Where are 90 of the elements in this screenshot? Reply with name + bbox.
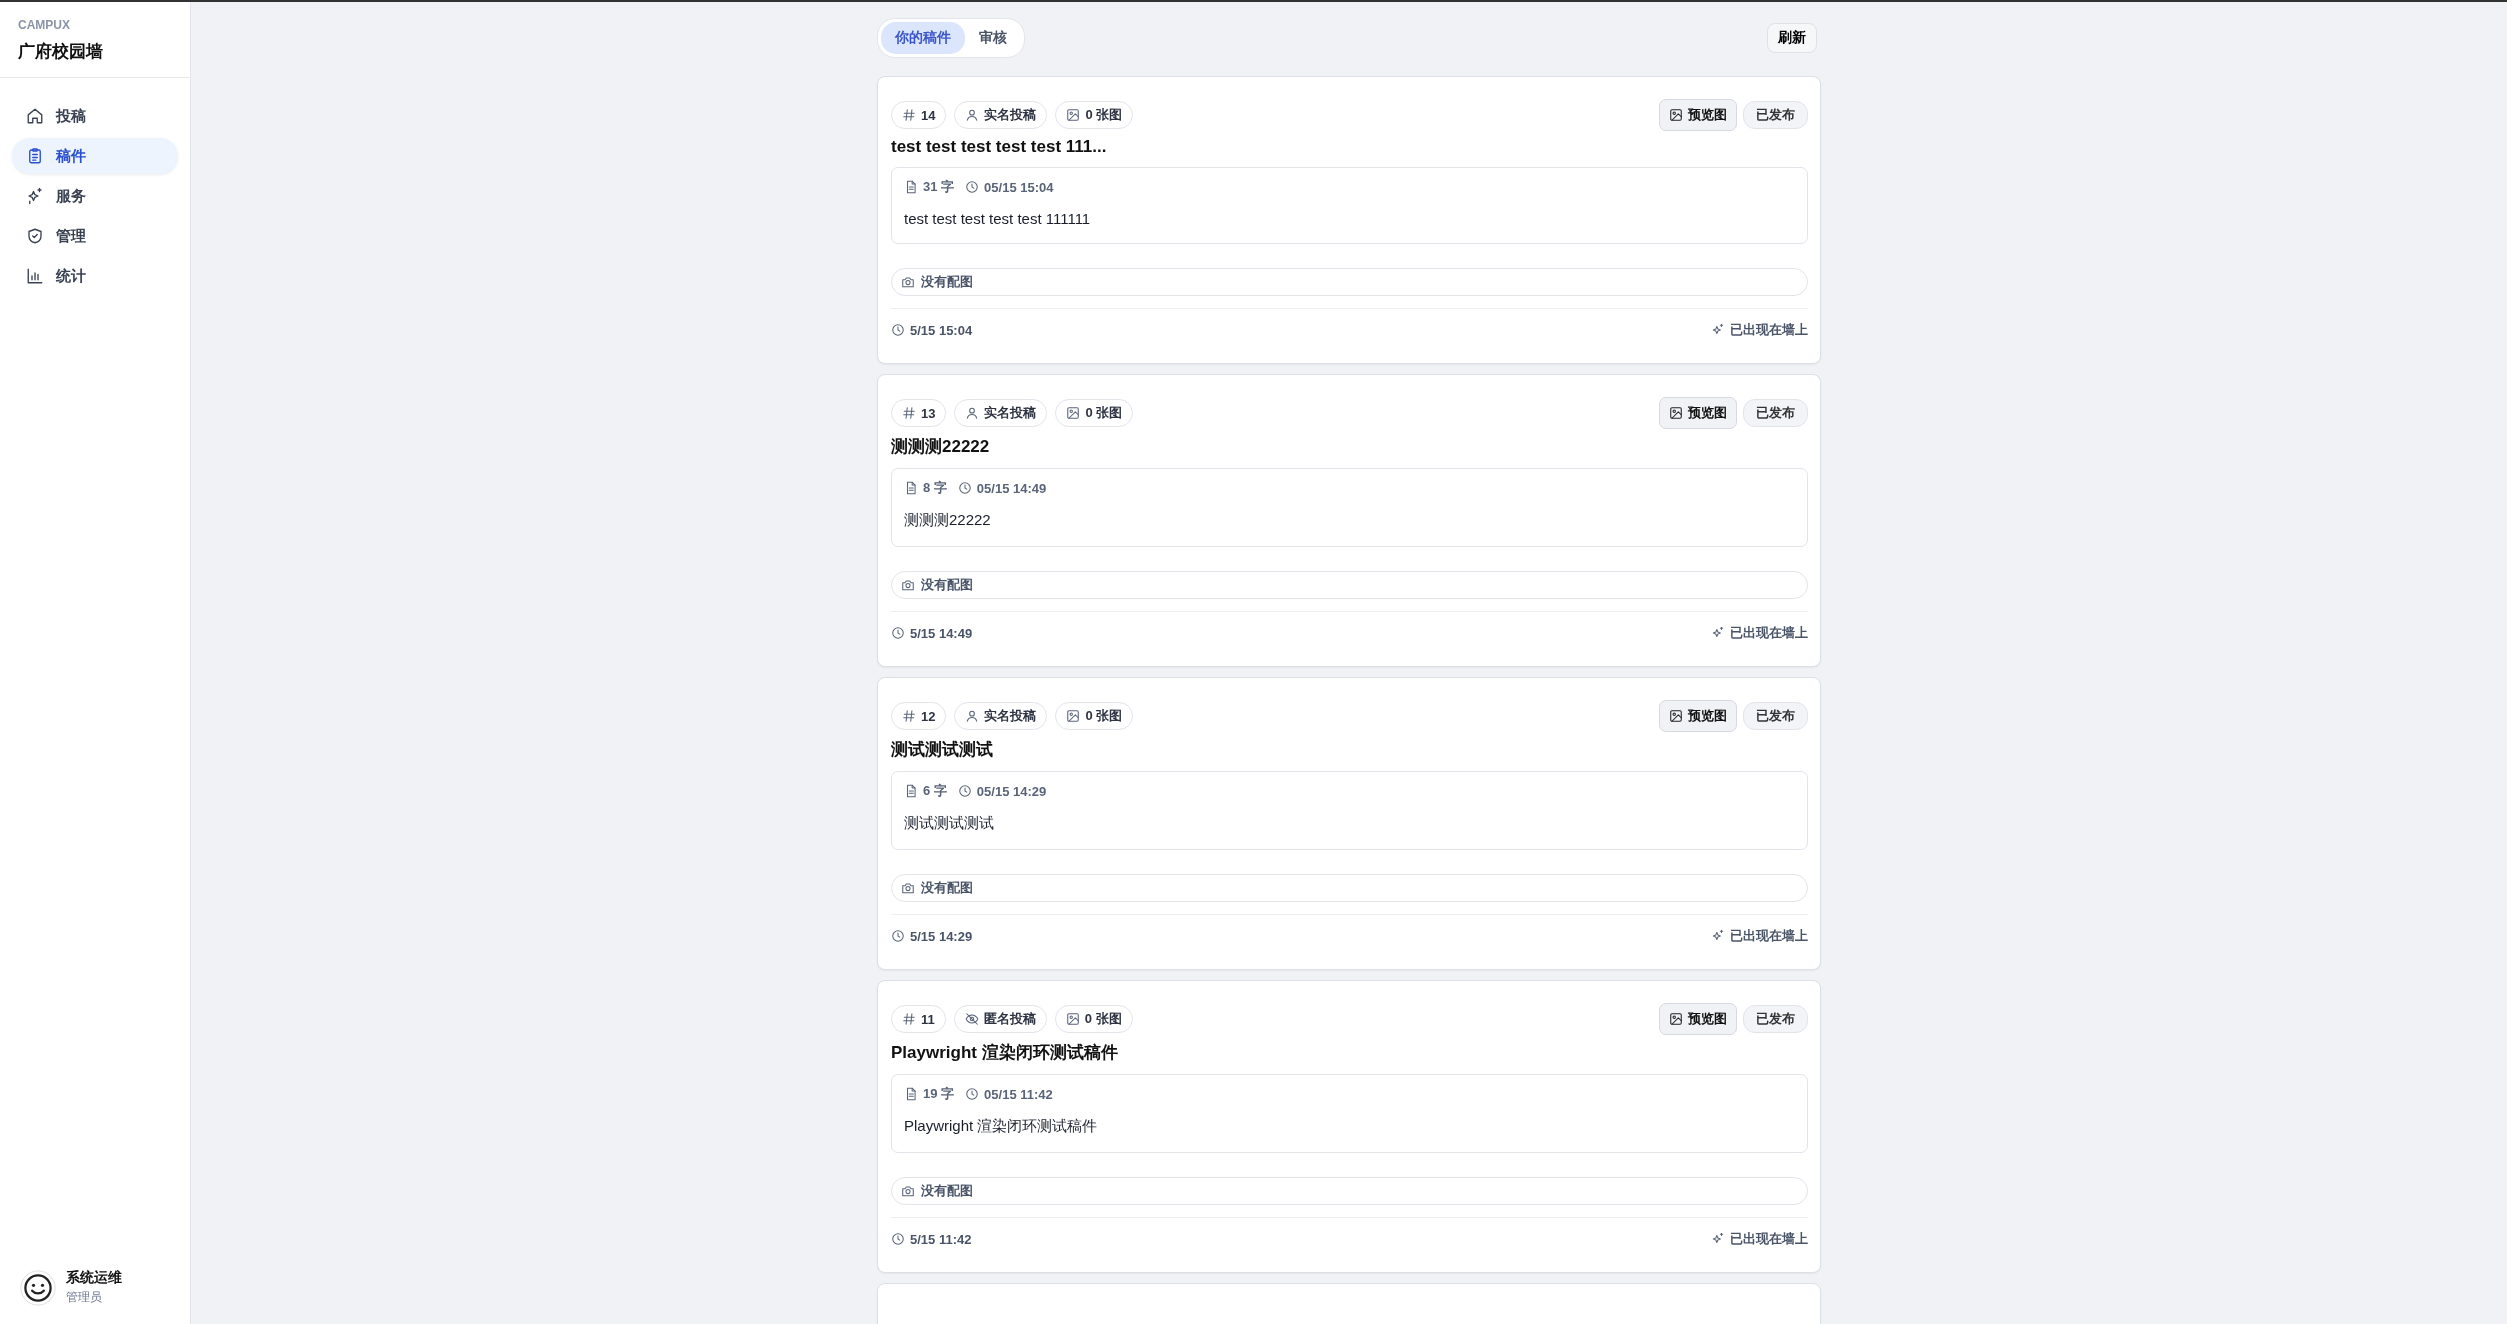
camera-icon [901, 578, 915, 592]
word-count: 6 字 [923, 782, 947, 800]
footer-time: 5/15 15:04 [910, 322, 973, 338]
post-title: Playwright 渲染闭环测试稿件 [891, 1042, 1119, 1064]
clock-icon [957, 784, 972, 798]
clipboard-icon [26, 147, 44, 165]
no-image-label: 没有配图 [921, 576, 973, 594]
post-title: test test test test test 111... [891, 137, 1108, 157]
wall-status: 已出现在墙上 [1730, 624, 1808, 642]
hash-icon [902, 709, 916, 723]
status-badge: 已发布 [1743, 101, 1808, 129]
post-time: 05/15 11:42 [984, 1086, 1053, 1102]
image-icon [1669, 709, 1683, 723]
image-icon [1066, 108, 1081, 122]
post-time: 05/15 15:04 [984, 179, 1054, 195]
word-count: 8 字 [923, 479, 947, 497]
clock-icon [891, 929, 905, 943]
preview-button[interactable]: 预览图 [1659, 700, 1737, 732]
nav-item[interactable]: 稿件 [12, 138, 178, 174]
shield-icon [26, 227, 44, 245]
sparkles-icon [26, 187, 44, 205]
clock-icon [965, 180, 980, 194]
post-title: 测试测试测试 [891, 739, 994, 761]
image-icon [1669, 406, 1683, 420]
nav-item[interactable]: 统计 [12, 258, 178, 294]
clock-icon [965, 1087, 980, 1101]
nav-item[interactable]: 服务 [12, 178, 178, 214]
tab[interactable]: 审核 [965, 22, 1021, 54]
hash-icon [902, 406, 916, 420]
word-count: 19 字 [923, 1085, 955, 1103]
preview-button[interactable]: 预览图 [1659, 1003, 1737, 1035]
user-role: 管理员 [66, 1289, 103, 1306]
image-icon [1065, 1012, 1080, 1026]
hash-icon [902, 1012, 916, 1026]
home-icon [26, 107, 44, 125]
camera-icon [901, 1184, 915, 1198]
document-icon [904, 180, 918, 194]
wall-status: 已出现在墙上 [1730, 1230, 1808, 1248]
footer-time: 5/15 14:49 [910, 625, 973, 641]
bar-chart-icon [26, 267, 44, 285]
brand-label: CAMPUX [18, 18, 71, 32]
document-icon [904, 1087, 918, 1101]
user-name: 系统运维 [66, 1269, 122, 1287]
image-icon [1066, 406, 1081, 420]
preview-button[interactable]: 预览图 [1659, 397, 1737, 429]
status-badge: 已发布 [1743, 1005, 1808, 1033]
refresh-button[interactable]: 刷新 [1767, 23, 1817, 53]
status-badge: 已发布 [1743, 702, 1808, 730]
image-icon [1066, 709, 1081, 723]
camera-icon [901, 275, 915, 289]
no-image-label: 没有配图 [921, 1182, 973, 1200]
word-count: 31 字 [923, 178, 955, 196]
wall-status: 已出现在墙上 [1730, 321, 1808, 339]
app-title: 广府校园墙 [18, 41, 104, 63]
wall-status: 已出现在墙上 [1730, 927, 1808, 945]
clock-icon [957, 481, 972, 495]
post-time: 05/15 14:49 [976, 480, 1047, 496]
no-image-label: 没有配图 [921, 273, 973, 291]
post-body: 测测测22222 [904, 511, 992, 530]
person-icon [965, 108, 980, 122]
post-time: 05/15 14:29 [976, 783, 1047, 799]
footer-time: 5/15 14:29 [910, 928, 973, 944]
nav-item[interactable]: 管理 [12, 218, 178, 254]
preview-button[interactable]: 预览图 [1659, 99, 1737, 131]
sparkles-icon [1711, 626, 1725, 640]
no-image-label: 没有配图 [921, 879, 973, 897]
sparkles-icon [1711, 323, 1725, 337]
image-icon [1669, 1012, 1683, 1026]
sparkles-icon [1711, 1232, 1725, 1246]
footer-time: 5/15 11:42 [910, 1231, 972, 1247]
nav-item[interactable]: 投稿 [12, 98, 178, 134]
person-icon [965, 709, 980, 723]
clock-icon [891, 323, 905, 337]
clock-icon [891, 1232, 905, 1246]
post-body: 测试测试测试 [904, 814, 995, 833]
tab[interactable]: 你的稿件 [881, 22, 965, 54]
sparkles-icon [1711, 929, 1725, 943]
status-badge: 已发布 [1743, 399, 1808, 427]
clock-icon [891, 626, 905, 640]
camera-icon [901, 881, 915, 895]
document-icon [904, 784, 918, 798]
hash-icon [902, 108, 916, 122]
person-icon [965, 406, 980, 420]
eye-off-icon [964, 1012, 979, 1026]
image-icon [1669, 108, 1683, 122]
post-title: 测测测22222 [891, 436, 991, 458]
post-body: Playwright 渲染闭环测试稿件 [904, 1117, 1099, 1136]
smiley-avatar-icon [20, 1269, 56, 1306]
post-body: test test test test test 111111 [904, 210, 1092, 227]
document-icon [904, 481, 918, 495]
